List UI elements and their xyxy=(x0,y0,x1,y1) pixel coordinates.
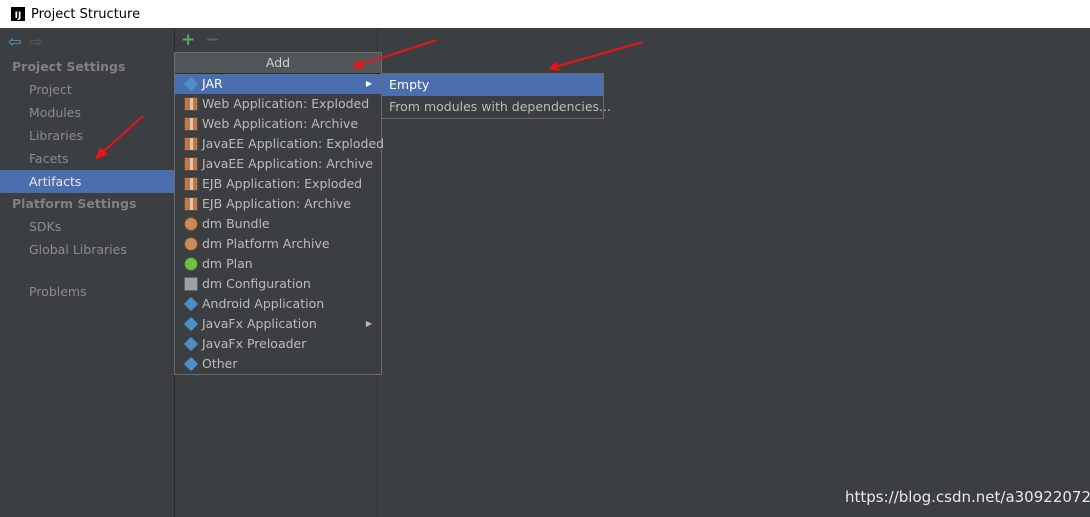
javaee-icon xyxy=(184,137,198,151)
back-arrow-icon[interactable]: ⇦ xyxy=(8,34,21,50)
ejb-icon xyxy=(184,177,198,191)
menu-item-label: dm Plan xyxy=(202,256,253,271)
dm-bundle-icon xyxy=(184,217,198,231)
menu-item-label: dm Configuration xyxy=(202,276,311,291)
dm-plan-icon xyxy=(184,257,198,271)
section-project-settings: Project Settings xyxy=(12,59,126,74)
menu-item-dm-bundle[interactable]: dm Bundle xyxy=(175,214,381,234)
menu-item-label: JavaEE Application: Exploded xyxy=(202,136,385,151)
sidebar-item-sdks[interactable]: SDKs xyxy=(0,215,174,238)
sidebar-item-libraries[interactable]: Libraries xyxy=(0,124,174,147)
menu-item-javafx-preloader[interactable]: JavaFx Preloader xyxy=(175,334,381,354)
title-bar: IJ Project Structure xyxy=(0,0,1090,28)
submenu-arrow-icon: ▶ xyxy=(365,79,372,88)
menu-item-label: EJB Application: Archive xyxy=(202,196,351,211)
section-platform-settings: Platform Settings xyxy=(12,196,137,211)
web-app-icon xyxy=(184,117,198,131)
dm-platform-icon xyxy=(184,237,198,251)
intellij-icon: IJ xyxy=(11,7,25,21)
menu-item-label: JavaEE Application: Archive xyxy=(202,156,373,171)
android-icon xyxy=(183,296,199,312)
jar-icon xyxy=(183,76,199,92)
menu-item-label: Web Application: Archive xyxy=(202,116,359,131)
sidebar-item-facets[interactable]: Facets xyxy=(0,147,174,170)
watermark: https://blog.csdn.net/a309220728 xyxy=(845,488,1090,506)
jar-submenu: Empty From modules with dependencies... xyxy=(381,73,611,119)
menu-item-javaee-exploded[interactable]: JavaEE Application: Exploded xyxy=(175,134,385,154)
menu-item-label: JAR xyxy=(202,76,223,91)
sidebar-item-artifacts[interactable]: Artifacts xyxy=(0,170,174,193)
nav-bar: ⇦ ⇨ xyxy=(0,28,174,56)
ejb-icon xyxy=(184,197,198,211)
remove-button[interactable]: − xyxy=(205,31,219,49)
submenu-arrow-icon: ▶ xyxy=(365,319,372,328)
menu-item-label: JavaFx Preloader xyxy=(202,336,307,351)
menu-item-jar[interactable]: JAR ▶ xyxy=(175,74,381,94)
javafx-icon xyxy=(183,316,199,332)
submenu-item-from-modules[interactable]: From modules with dependencies... xyxy=(382,96,611,118)
menu-item-label: Web Application: Exploded xyxy=(202,96,370,111)
artifacts-toolbar: + − xyxy=(175,28,377,52)
sidebar-item-modules[interactable]: Modules xyxy=(0,101,174,124)
sidebar-item-problems[interactable]: Problems xyxy=(0,280,174,303)
forward-arrow-icon[interactable]: ⇨ xyxy=(29,34,42,50)
dm-config-icon xyxy=(184,277,198,291)
menu-item-web-app-archive[interactable]: Web Application: Archive xyxy=(175,114,381,134)
menu-item-android-application[interactable]: Android Application xyxy=(175,294,381,314)
web-app-icon xyxy=(184,97,198,111)
menu-item-javafx-application[interactable]: JavaFx Application ▶ xyxy=(175,314,381,334)
menu-item-label: Android Application xyxy=(202,296,325,311)
add-menu-header: Add xyxy=(175,53,381,74)
submenu-item-empty[interactable]: Empty xyxy=(382,74,603,96)
menu-item-ejb-archive[interactable]: EJB Application: Archive xyxy=(175,194,381,214)
menu-item-dm-configuration[interactable]: dm Configuration xyxy=(175,274,381,294)
window-title: Project Structure xyxy=(31,6,141,22)
menu-item-label: dm Platform Archive xyxy=(202,236,330,251)
menu-item-label: dm Bundle xyxy=(202,216,270,231)
menu-item-label: JavaFx Application xyxy=(202,316,317,331)
javaee-icon xyxy=(184,157,198,171)
javafx-icon xyxy=(183,336,199,352)
menu-item-ejb-exploded[interactable]: EJB Application: Exploded xyxy=(175,174,381,194)
menu-item-dm-platform-archive[interactable]: dm Platform Archive xyxy=(175,234,381,254)
other-icon xyxy=(183,356,199,372)
sidebar-item-project[interactable]: Project xyxy=(0,78,174,101)
menu-item-javaee-archive[interactable]: JavaEE Application: Archive xyxy=(175,154,381,174)
sidebar-item-global-libraries[interactable]: Global Libraries xyxy=(0,238,174,261)
menu-item-web-app-exploded[interactable]: Web Application: Exploded xyxy=(175,94,381,114)
menu-item-label: Other xyxy=(202,356,238,371)
menu-item-other[interactable]: Other xyxy=(175,354,381,374)
menu-item-label: EJB Application: Exploded xyxy=(202,176,363,191)
sidebar: ⇦ ⇨ Project Settings Project Modules Lib… xyxy=(0,28,175,517)
menu-item-dm-plan[interactable]: dm Plan xyxy=(175,254,381,274)
add-button[interactable]: + xyxy=(181,31,195,49)
add-menu: Add JAR ▶ Web Application: Exploded Web … xyxy=(174,52,385,375)
